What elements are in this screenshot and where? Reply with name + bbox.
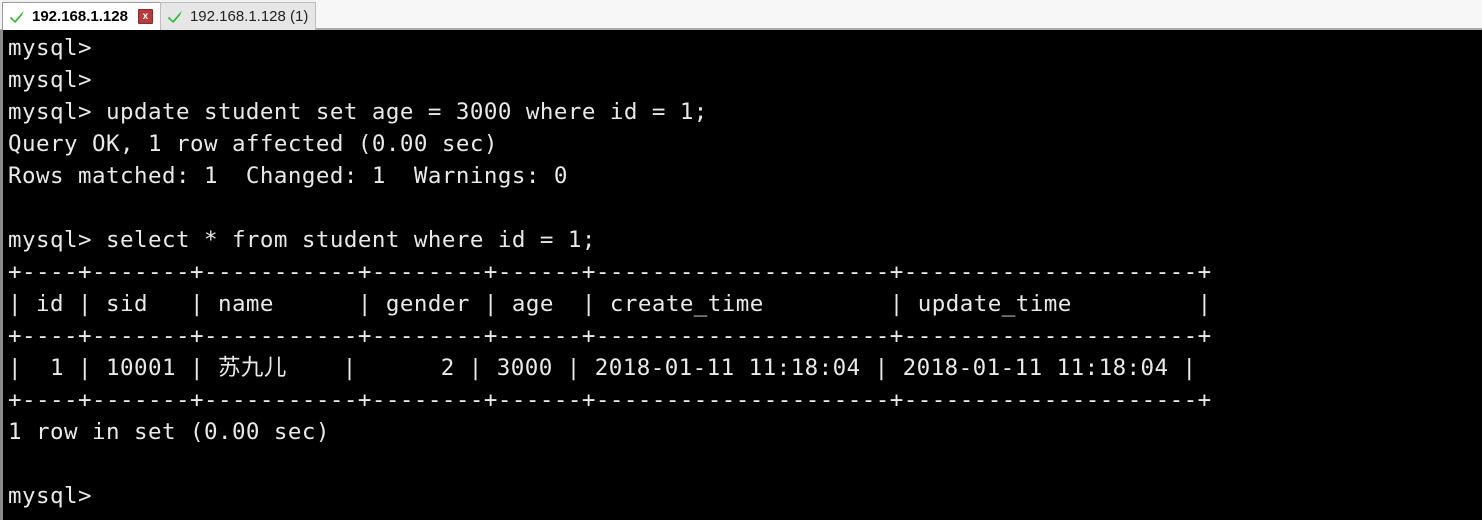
- terminal-line: mysql>: [8, 35, 92, 61]
- terminal-line: +----+-------+-----------+--------+-----…: [8, 323, 1212, 349]
- terminal-line: | 1 | 10001 | 苏九儿 | 2 | 3000 | 2018-01-1…: [8, 355, 1197, 381]
- tab-bar-empty-space: [316, 0, 1482, 29]
- terminal-line: Rows matched: 1 Changed: 1 Warnings: 0: [8, 163, 568, 189]
- terminal-line: mysql>: [8, 483, 92, 509]
- tab-bar: 192.168.1.128 x 192.168.1.128 (1): [0, 0, 1482, 30]
- terminal-line: | id | sid | name | gender | age | creat…: [8, 291, 1212, 317]
- tab-session-1-label: 192.168.1.128: [32, 8, 128, 25]
- terminal-window: 192.168.1.128 x 192.168.1.128 (1) mysql>…: [0, 0, 1482, 520]
- terminal-line: +----+-------+-----------+--------+-----…: [8, 387, 1212, 413]
- terminal-line: Query OK, 1 row affected (0.00 sec): [8, 131, 498, 157]
- terminal-line: 1 row in set (0.00 sec): [8, 419, 330, 445]
- terminal-output: mysql> mysql> mysql> update student set ag…: [3, 30, 1482, 512]
- green-check-icon: [167, 8, 184, 25]
- terminal-viewport[interactable]: mysql> mysql> mysql> update student set ag…: [0, 30, 1482, 520]
- terminal-line: +----+-------+-----------+--------+-----…: [8, 259, 1212, 285]
- terminal-line: mysql>: [8, 67, 92, 93]
- close-icon[interactable]: x: [137, 9, 153, 24]
- terminal-line: mysql> select * from student where id = …: [8, 227, 596, 253]
- green-check-icon: [9, 8, 26, 25]
- tab-session-1[interactable]: 192.168.1.128 x: [2, 2, 161, 30]
- terminal-line: mysql> update student set age = 3000 whe…: [8, 99, 708, 125]
- tab-session-2-label: 192.168.1.128 (1): [189, 8, 309, 25]
- tab-session-2[interactable]: 192.168.1.128 (1): [159, 2, 317, 30]
